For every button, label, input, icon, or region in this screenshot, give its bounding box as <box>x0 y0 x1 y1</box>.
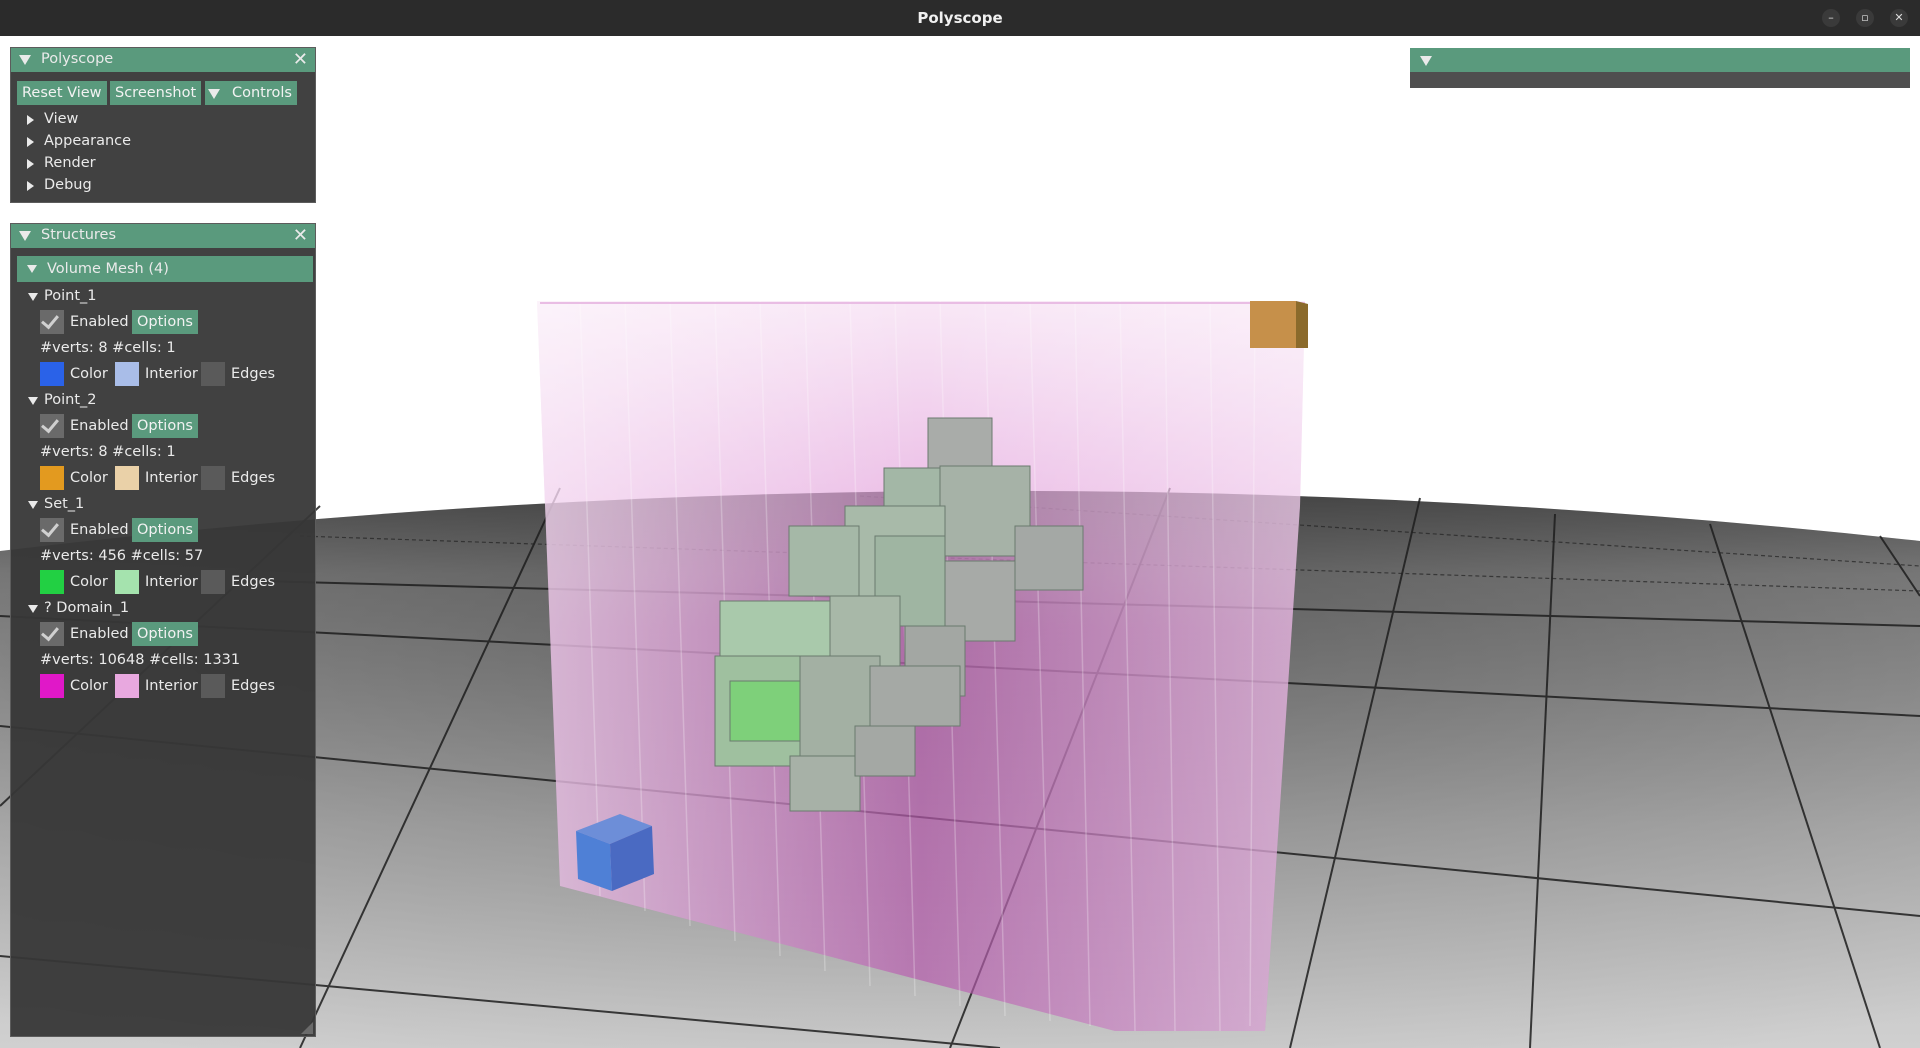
section-label: Appearance <box>44 133 132 149</box>
structure-name[interactable]: Point_2 <box>44 388 96 412</box>
color-label: Color <box>70 366 108 382</box>
enabled-label: Enabled <box>70 626 129 642</box>
structure-name[interactable]: Point_1 <box>44 284 96 308</box>
check-icon <box>41 414 59 434</box>
chevron-down-icon[interactable] <box>28 605 38 613</box>
interior-label: Interior <box>145 678 198 694</box>
collapse-icon[interactable] <box>19 231 31 241</box>
polyscope-panel-header[interactable]: Polyscope ✕ <box>11 48 315 72</box>
chevron-down-icon[interactable] <box>1420 56 1432 66</box>
restore-icon[interactable]: ▫ <box>1856 9 1874 27</box>
edges-label: Edges <box>231 366 276 382</box>
volume-mesh-group[interactable]: Volume Mesh (4) <box>17 256 313 282</box>
close-icon[interactable]: ✕ <box>293 49 308 70</box>
structures-panel-title: Structures <box>41 227 117 243</box>
color-label: Color <box>70 678 108 694</box>
window-titlebar: Polyscope – ▫ ✕ <box>0 0 1920 36</box>
check-icon <box>41 622 59 642</box>
options-button[interactable]: Options <box>132 518 198 542</box>
enabled-checkbox[interactable] <box>40 414 64 438</box>
structures-panel-header[interactable]: Structures ✕ <box>11 224 315 248</box>
controls-button[interactable]: Controls <box>227 81 297 105</box>
structure-stats: #verts: 10648 #cells: 1331 <box>40 652 241 668</box>
chevron-down-icon[interactable] <box>28 501 38 509</box>
window-title: Polyscope <box>917 9 1003 27</box>
section-label: Render <box>44 155 96 171</box>
color-swatch[interactable] <box>40 362 64 386</box>
screenshot-button[interactable]: Screenshot <box>110 81 202 105</box>
screenshot-options-button[interactable] <box>205 81 229 105</box>
edges-label: Edges <box>231 470 276 486</box>
color-label: Color <box>70 574 108 590</box>
volume-mesh-label: Volume Mesh (4) <box>47 261 169 277</box>
structure-name[interactable]: ? Domain_1 <box>44 596 129 620</box>
structure-stats: #verts: 8 #cells: 1 <box>40 340 176 356</box>
enabled-label: Enabled <box>70 314 129 330</box>
user-panel-body <box>1410 72 1910 88</box>
color-swatch[interactable] <box>40 570 64 594</box>
edges-swatch[interactable] <box>201 570 225 594</box>
color-swatch[interactable] <box>40 674 64 698</box>
chevron-right-icon <box>27 115 34 125</box>
options-button[interactable]: Options <box>132 310 198 334</box>
polyscope-panel-title: Polyscope <box>41 51 114 67</box>
collapse-icon[interactable] <box>19 55 31 65</box>
options-button[interactable]: Options <box>132 622 198 646</box>
structures-panel: Structures ✕ Volume Mesh (4) Point_1 Ena… <box>10 223 316 1037</box>
close-icon[interactable]: ✕ <box>293 225 308 246</box>
edges-label: Edges <box>231 574 276 590</box>
edges-swatch[interactable] <box>201 674 225 698</box>
chevron-down-icon[interactable] <box>28 293 38 301</box>
close-window-icon[interactable]: ✕ <box>1890 9 1908 27</box>
interior-swatch[interactable] <box>115 362 139 386</box>
interior-label: Interior <box>145 574 198 590</box>
chevron-right-icon <box>27 159 34 169</box>
structure-name[interactable]: Set_1 <box>44 492 84 516</box>
check-icon <box>41 518 59 538</box>
structure-stats: #verts: 8 #cells: 1 <box>40 444 176 460</box>
section-label: View <box>44 111 79 127</box>
user-callback-panel[interactable] <box>1410 48 1910 88</box>
edges-swatch[interactable] <box>201 362 225 386</box>
interior-swatch[interactable] <box>115 674 139 698</box>
interior-label: Interior <box>145 470 198 486</box>
edges-swatch[interactable] <box>201 466 225 490</box>
interior-swatch[interactable] <box>115 466 139 490</box>
chevron-right-icon <box>27 137 34 147</box>
polyscope-panel: Polyscope ✕ Reset View Screenshot Contro… <box>10 47 316 203</box>
color-label: Color <box>70 470 108 486</box>
interior-swatch[interactable] <box>115 570 139 594</box>
enabled-checkbox[interactable] <box>40 518 64 542</box>
enabled-checkbox[interactable] <box>40 622 64 646</box>
interior-label: Interior <box>145 366 198 382</box>
user-panel-header[interactable] <box>1410 48 1910 72</box>
enabled-label: Enabled <box>70 522 129 538</box>
minimize-icon[interactable]: – <box>1822 9 1840 27</box>
options-button[interactable]: Options <box>132 414 198 438</box>
point2-cube <box>1250 301 1308 348</box>
resize-grip[interactable] <box>301 1022 313 1034</box>
chevron-down-icon <box>208 89 220 99</box>
section-label: Debug <box>44 177 92 193</box>
structure-stats: #verts: 456 #cells: 57 <box>40 548 204 564</box>
chevron-down-icon <box>27 265 37 273</box>
color-swatch[interactable] <box>40 466 64 490</box>
chevron-down-icon[interactable] <box>28 397 38 405</box>
chevron-right-icon <box>27 181 34 191</box>
check-icon <box>41 310 59 330</box>
enabled-label: Enabled <box>70 418 129 434</box>
enabled-checkbox[interactable] <box>40 310 64 334</box>
edges-label: Edges <box>231 678 276 694</box>
reset-view-button[interactable]: Reset View <box>17 81 107 105</box>
